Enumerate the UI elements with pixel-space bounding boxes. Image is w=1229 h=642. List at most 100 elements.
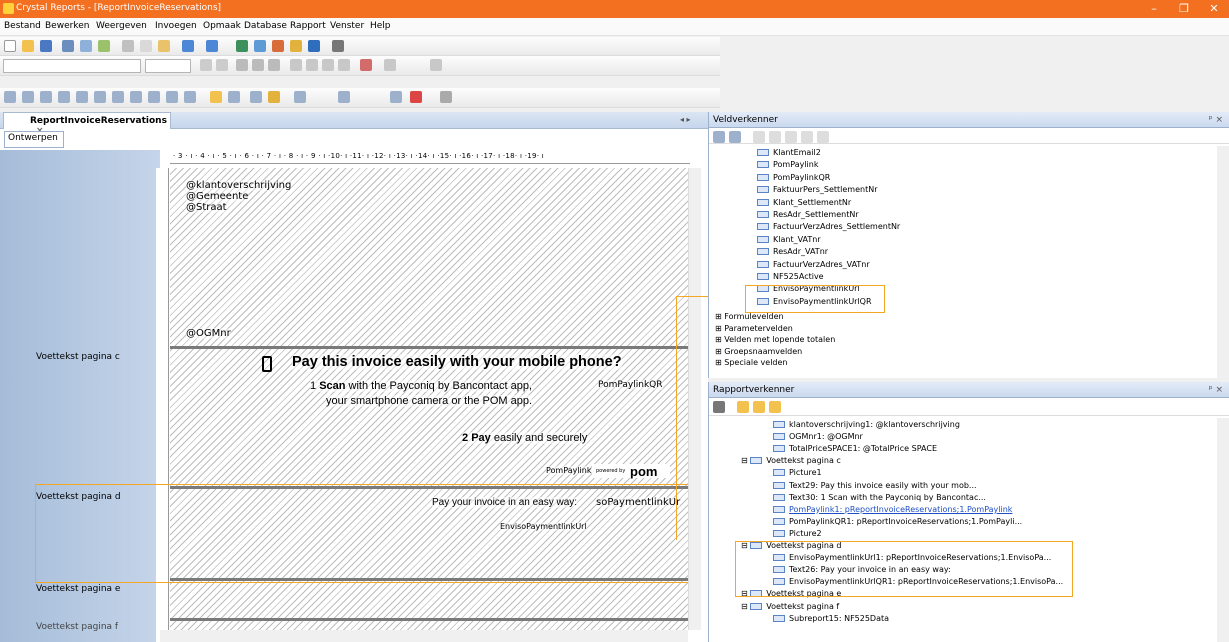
align-left-icon[interactable] — [290, 59, 302, 71]
expand-toggle-icon[interactable]: ⊞ — [715, 324, 724, 333]
report-object-node[interactable]: Picture1 — [773, 468, 822, 477]
expand-toggle-icon[interactable]: ⊞ — [715, 312, 724, 321]
formula-icon[interactable] — [290, 40, 302, 52]
section-divider-f[interactable] — [170, 618, 688, 621]
record-sort-icon[interactable] — [210, 91, 222, 103]
cut-icon[interactable] — [122, 40, 134, 52]
report-object-node[interactable]: Text30: 1 Scan with the Payconiq by Banc… — [773, 493, 986, 502]
show-fields-icon[interactable] — [737, 401, 749, 413]
section-divider-c[interactable] — [170, 346, 688, 349]
border-icon[interactable] — [384, 59, 396, 71]
report-object-node[interactable]: OGMnr1: @OGMnr — [773, 432, 863, 441]
report-object-node[interactable]: Text29: Pay this invoice easily with you… — [773, 481, 977, 490]
report-object-node[interactable]: klantoverschrijving1: @klantoverschrijvi… — [773, 420, 960, 429]
report-object-node[interactable]: Picture2 — [773, 529, 822, 538]
preview-icon[interactable] — [80, 40, 92, 52]
field-explorer-icon[interactable] — [254, 40, 266, 52]
field-klantoverschrijving[interactable]: @klantoverschrijving — [186, 180, 292, 191]
print-icon[interactable] — [62, 40, 74, 52]
insert-picture-icon[interactable] — [148, 91, 160, 103]
expand-toggle-icon[interactable]: ⊞ — [715, 335, 724, 344]
expand-icon[interactable] — [713, 401, 725, 413]
shrink-font-icon[interactable] — [216, 59, 228, 71]
field-item[interactable]: FactuurVerzAdres_VATnr — [757, 260, 870, 269]
menu-bestand[interactable]: Bestand — [4, 21, 41, 31]
open-icon[interactable] — [22, 40, 34, 52]
section-label-e[interactable]: Voettekst pagina e — [36, 584, 120, 594]
currency-icon[interactable] — [430, 59, 442, 71]
menu-opmaak[interactable]: Opmaak — [203, 21, 241, 31]
font-color-icon[interactable] — [360, 59, 372, 71]
field-item[interactable]: FaktuurPers_SettlementNr — [757, 185, 878, 194]
grow-font-icon[interactable] — [200, 59, 212, 71]
report-object-node[interactable]: PomPaylinkQR1: pReportInvoiceReservation… — [773, 517, 1022, 526]
insert-line-icon[interactable] — [112, 91, 124, 103]
step1-text[interactable]: 1 Scan with the Payconiq by Bancontact a… — [310, 380, 532, 392]
field-item[interactable]: PomPaylink — [757, 160, 818, 169]
section-expert-icon[interactable] — [338, 91, 350, 103]
restore-button[interactable]: ❐ — [1169, 0, 1199, 18]
bold-icon[interactable] — [236, 59, 248, 71]
field-explorer-close[interactable]: ᵖ × — [1209, 115, 1223, 125]
show-grids-icon[interactable] — [769, 401, 781, 413]
field-ogmnr[interactable]: @OGMnr — [186, 328, 231, 339]
menu-help[interactable]: Help — [370, 21, 391, 31]
stop-icon[interactable] — [410, 91, 422, 103]
browse-icon[interactable] — [729, 131, 741, 143]
tab-nav[interactable]: ◂ ▸ — [680, 115, 691, 124]
new-field-icon[interactable] — [753, 131, 765, 143]
align-center-icon[interactable] — [306, 59, 318, 71]
field-straat[interactable]: @Straat — [186, 202, 227, 213]
formula-workshop-icon[interactable] — [294, 91, 306, 103]
refresh-icon[interactable] — [390, 91, 402, 103]
headline-text[interactable]: Pay this invoice easily with your mobile… — [292, 354, 622, 370]
section-label-c[interactable]: Voettekst pagina c — [36, 352, 120, 362]
insert-group-icon[interactable] — [22, 91, 34, 103]
step2-text[interactable]: 2 Pay easily and securely — [462, 432, 588, 444]
field-group[interactable]: ⊞ Speciale velden — [715, 358, 788, 367]
delete-icon[interactable] — [817, 131, 829, 143]
report-explorer-icon[interactable] — [308, 40, 320, 52]
insert-subreport-icon[interactable] — [94, 91, 106, 103]
field-item[interactable]: Klant_SettlementNr — [757, 198, 851, 207]
expand-toggle-icon[interactable]: ⊟ — [741, 602, 750, 611]
justify-icon[interactable] — [338, 59, 350, 71]
align-right-icon[interactable] — [322, 59, 334, 71]
report-section-node[interactable]: ⊟ Voettekst pagina f — [741, 602, 839, 611]
field-group[interactable]: ⊞ Formulevelden — [715, 312, 784, 321]
menu-invoegen[interactable]: Invoegen — [155, 21, 197, 31]
minimize-button[interactable]: – — [1139, 0, 1169, 18]
insert-crosstab-icon[interactable] — [58, 91, 70, 103]
field-group[interactable]: ⊞ Velden met lopende totalen — [715, 335, 835, 344]
group-sort-icon[interactable] — [228, 91, 240, 103]
menu-rapport[interactable]: Rapport — [290, 21, 326, 31]
field-tree-scrollbar[interactable] — [1217, 146, 1229, 378]
field-pompaylink[interactable]: PomPaylink — [546, 466, 592, 475]
field-item[interactable]: Klant_VATnr — [757, 235, 821, 244]
field-item[interactable]: ResAdr_SettlementNr — [757, 210, 859, 219]
menu-database[interactable]: Database — [244, 21, 287, 31]
insert-text-icon[interactable] — [4, 91, 16, 103]
report-explorer-close[interactable]: ᵖ × — [1209, 385, 1223, 395]
new-icon[interactable] — [4, 40, 16, 52]
database-expert-icon[interactable] — [236, 40, 248, 52]
italic-icon[interactable] — [252, 59, 264, 71]
paste-icon[interactable] — [158, 40, 170, 52]
report-object-node[interactable]: Subreport15: NF525Data — [773, 614, 889, 623]
font-select[interactable] — [3, 59, 141, 73]
close-button[interactable]: ✕ — [1199, 0, 1229, 18]
report-object-node[interactable]: TotalPriceSPACE1: @TotalPrice SPACE — [773, 444, 937, 453]
step1-line2[interactable]: your smartphone camera or the POM app. — [326, 395, 533, 407]
copy-icon[interactable] — [140, 40, 152, 52]
save-icon[interactable] — [40, 40, 52, 52]
insert-chart-icon[interactable] — [166, 91, 178, 103]
tab-report[interactable]: ReportInvoiceReservations × — [3, 112, 171, 136]
field-gemeente[interactable]: @Gemeente — [186, 191, 249, 202]
section-label-f[interactable]: Voettekst pagina f — [36, 622, 118, 632]
underline-icon[interactable] — [268, 59, 280, 71]
insert-olap-icon[interactable] — [76, 91, 88, 103]
report-tree-scrollbar[interactable] — [1217, 418, 1229, 642]
report-object-node[interactable]: PomPaylink1: pReportInvoiceReservations;… — [773, 505, 1012, 514]
report-section-node[interactable]: ⊟ Voettekst pagina c — [741, 456, 841, 465]
filter-icon[interactable] — [268, 91, 280, 103]
